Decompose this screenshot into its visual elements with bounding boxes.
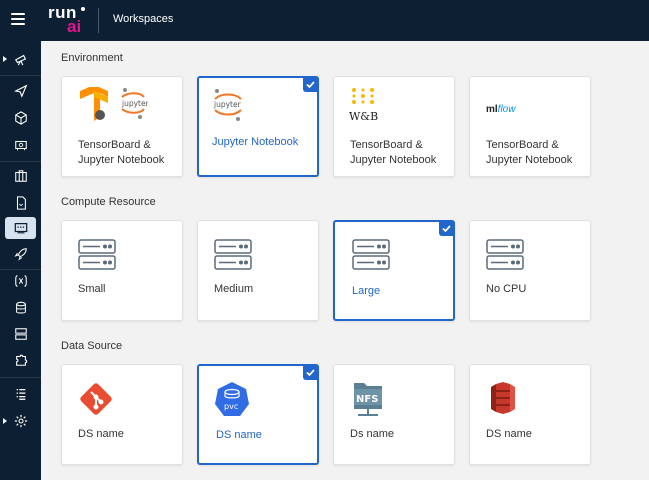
datasource-card-s3[interactable]: DS name <box>469 364 591 465</box>
sidebar-item-plugins[interactable] <box>5 349 36 371</box>
env-card-mlflow[interactable]: mlflow TensorBoard & Jupyter Notebook <box>469 76 591 177</box>
selected-check-icon <box>303 77 318 92</box>
card-label: TensorBoard & Jupyter Notebook <box>486 139 573 166</box>
telescope-icon <box>14 54 26 66</box>
git-icon <box>78 381 114 422</box>
selected-check-icon <box>439 221 454 236</box>
section-title-compute: Compute Resource <box>61 196 156 208</box>
compute-card-small[interactable]: Small <box>61 220 183 321</box>
card-label: TensorBoard & Jupyter Notebook <box>350 139 437 166</box>
s3-icon <box>488 381 518 420</box>
cube-icon <box>14 111 27 125</box>
sidebar-item-cube[interactable] <box>5 107 36 129</box>
sidebar-item-rocket[interactable] <box>5 243 36 265</box>
compute-card-no-cpu[interactable]: No CPU <box>469 220 591 321</box>
header-divider <box>98 8 99 33</box>
card-label: No CPU <box>486 283 527 295</box>
list-icon <box>16 389 25 400</box>
selected-check-icon <box>303 365 318 380</box>
database-icon <box>15 301 26 314</box>
section-title-environment: Environment <box>61 52 123 64</box>
pvc-icon: pvc <box>214 381 250 422</box>
runai-logo[interactable]: run ai <box>48 3 88 37</box>
top-header: run ai Workspaces <box>0 0 649 41</box>
briefcase-icon <box>14 170 27 182</box>
server-icon <box>486 239 524 276</box>
pvc-logo-text: pvc <box>224 402 238 411</box>
card-label: TensorBoard & Jupyter Notebook <box>78 139 165 166</box>
sidebar <box>0 41 41 480</box>
mlflow-icon: mlflow <box>486 99 536 115</box>
sidebar-item-send[interactable] <box>5 80 36 102</box>
puzzle-icon <box>15 354 27 366</box>
wandb-icon: W&B <box>348 87 388 123</box>
compute-card-large[interactable]: Large <box>333 220 455 321</box>
file-icon <box>16 196 26 210</box>
card-label: DS name <box>486 428 532 440</box>
wandb-logo-text: W&B <box>349 110 378 123</box>
mlflow-logo-text-flow: flow <box>497 104 516 115</box>
server-icon <box>352 239 390 276</box>
datasource-card-git[interactable]: DS name <box>61 364 183 465</box>
send-icon <box>13 84 27 98</box>
server-icon <box>214 239 252 276</box>
mlflow-logo-text-ml: ml <box>486 104 498 115</box>
sidebar-item-list[interactable] <box>5 383 36 405</box>
variable-icon <box>14 275 27 287</box>
jupyter-icon: jupyter <box>212 88 244 122</box>
rocket-icon <box>13 248 27 261</box>
nfs-logo-text: NFS <box>356 394 378 405</box>
jupyter-logo-text: jupyter <box>121 99 148 108</box>
sidebar-item-settings[interactable] <box>5 410 36 432</box>
datasource-card-nfs[interactable]: NFS Ds name <box>333 364 455 465</box>
sidebar-separator <box>0 161 41 162</box>
sidebar-item-servers[interactable] <box>5 323 36 345</box>
page-title: Workspaces <box>113 13 174 25</box>
nfs-icon: NFS <box>352 379 384 422</box>
sidebar-item-file[interactable] <box>5 192 36 214</box>
sidebar-item-gpu[interactable] <box>5 134 36 156</box>
sidebar-item-briefcase[interactable] <box>5 165 36 187</box>
env-card-jupyter-notebook[interactable]: jupyter Jupyter Notebook <box>197 76 319 177</box>
card-label: Large <box>352 285 381 297</box>
hamburger-menu-icon[interactable] <box>11 13 25 25</box>
section-title-datasource: Data Source <box>61 340 123 352</box>
logo-dot <box>81 7 85 11</box>
sidebar-item-workspaces[interactable] <box>5 217 36 239</box>
sidebar-separator <box>0 75 41 76</box>
workspace-icon <box>14 223 27 234</box>
card-label: Small <box>78 283 106 295</box>
card-label: Jupyter Notebook <box>212 136 299 148</box>
sidebar-item-telescope[interactable] <box>5 48 36 70</box>
card-label: DS name <box>78 428 124 440</box>
compute-card-medium[interactable]: Medium <box>197 220 319 321</box>
sidebar-item-database[interactable] <box>5 297 36 319</box>
gear-icon <box>14 414 27 428</box>
card-label: Ds name <box>350 428 395 440</box>
datasource-card-pvc[interactable]: pvc DS name <box>197 364 319 465</box>
card-label: Medium <box>214 283 254 295</box>
card-label: DS name <box>216 429 262 441</box>
env-card-wandb[interactable]: W&B TensorBoard & Jupyter Notebook <box>333 76 455 177</box>
env-card-tensorboard-jupyter[interactable]: jupyter TensorBoard & Jupyter Notebook <box>61 76 183 177</box>
jupyter-logo-text: jupyter <box>213 100 242 109</box>
sidebar-separator <box>0 377 41 378</box>
gpu-card-icon <box>14 140 27 151</box>
tensorflow-jupyter-icon: jupyter <box>78 85 150 121</box>
sidebar-item-variables[interactable] <box>5 270 36 292</box>
server-icon <box>14 328 27 340</box>
server-icon <box>78 239 116 276</box>
logo-text-ai: ai <box>67 17 82 36</box>
